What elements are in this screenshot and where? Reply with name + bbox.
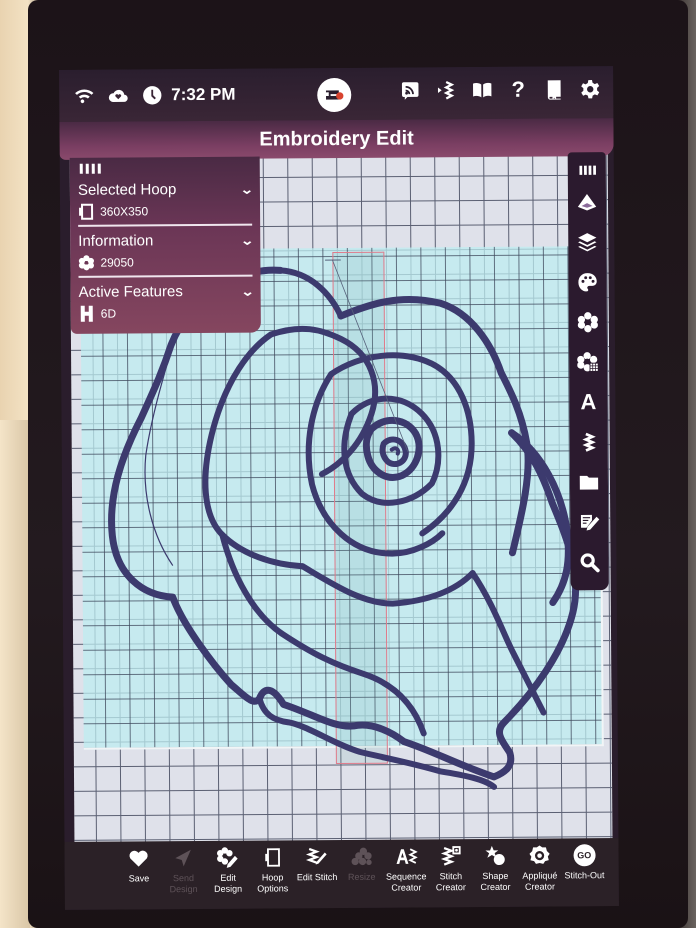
shape-creator-button[interactable]: Shape Creator — [473, 845, 518, 907]
stitch-out-button[interactable]: GO Stitch-Out — [562, 844, 607, 906]
applique-creator-icon — [529, 845, 550, 864]
save-button[interactable]: Save — [117, 847, 162, 909]
layers-icon[interactable] — [572, 222, 602, 262]
magnifier-icon[interactable] — [574, 542, 604, 582]
right-toolbar: A — [567, 152, 609, 591]
folder-icon[interactable] — [574, 462, 604, 502]
chevron-down-icon[interactable]: ⌄ — [240, 284, 254, 298]
flower-grid-icon[interactable] — [573, 342, 603, 382]
flower-icon[interactable] — [573, 302, 603, 342]
chevron-down-icon[interactable]: ⌄ — [240, 182, 254, 196]
sewing-machine-logo-icon[interactable] — [317, 77, 352, 113]
background-surface — [0, 420, 30, 928]
shape-creator-icon — [485, 845, 505, 866]
applique-creator-button[interactable]: Appliqué Creator — [517, 844, 562, 906]
zigzag-icon[interactable] — [574, 422, 604, 462]
send-icon — [175, 849, 191, 867]
letter-a-icon[interactable]: A — [573, 382, 603, 422]
active-features-section[interactable]: Active Features ⌄ 6D — [78, 283, 255, 327]
section-title: Active Features — [78, 283, 183, 301]
stitch-creator-icon — [440, 846, 461, 866]
open-book-icon[interactable] — [471, 79, 493, 101]
palette-icon[interactable] — [572, 262, 602, 302]
machine-screen: 7:32 PM ? Embroidery Edit Selected Hoop … — [59, 66, 619, 910]
selected-hoop-section[interactable]: Selected Hoop ⌄ 360X350 — [77, 180, 254, 227]
page-title: Embroidery Edit — [259, 126, 414, 151]
cloud-heart-icon[interactable] — [107, 84, 129, 106]
hoop-size-value: 360X350 — [100, 204, 149, 219]
edit-stitch-icon — [306, 847, 328, 865]
edit-design-icon — [217, 847, 239, 868]
pencil-note-icon[interactable] — [574, 502, 604, 542]
resize-button[interactable]: Resize — [339, 846, 384, 908]
feature-value: 6D — [100, 306, 117, 321]
info-panel: Selected Hoop ⌄ 360X350 Information ⌄ 29… — [69, 156, 261, 334]
heart-icon — [129, 850, 148, 867]
sequence-creator-icon — [396, 848, 418, 864]
clock-icon — [141, 84, 163, 106]
sequence-creator-button[interactable]: Sequence Creator — [384, 845, 429, 907]
bluetooth-stitch-icon[interactable] — [435, 79, 457, 101]
manual-book-icon[interactable] — [543, 78, 565, 100]
bottom-toolbar: Save Send Design Edit Design Hoop Option… — [64, 838, 619, 910]
hoop-icon — [79, 203, 94, 220]
grip-icon[interactable] — [79, 163, 252, 174]
edit-stitch-button[interactable]: Edit Stitch — [295, 846, 340, 908]
section-title: Information — [78, 232, 154, 250]
title-bar: Embroidery Edit — [59, 118, 614, 160]
pyramid-hoop-icon[interactable] — [572, 182, 602, 222]
help-icon[interactable]: ? — [507, 77, 529, 102]
hoop-options-icon — [265, 848, 280, 867]
stitch-count-value: 29050 — [100, 255, 134, 270]
rss-feed-icon[interactable] — [399, 79, 421, 101]
section-title: Selected Hoop — [77, 181, 177, 199]
settings-gear-icon[interactable] — [579, 78, 601, 100]
chevron-down-icon[interactable]: ⌄ — [240, 233, 254, 247]
status-bar: 7:32 PM ? — [59, 66, 614, 122]
go-icon: GO — [573, 844, 596, 867]
hoop-options-button[interactable]: Hoop Options — [250, 846, 295, 908]
resize-icon — [351, 847, 372, 866]
edit-design-button[interactable]: Edit Design — [206, 847, 251, 909]
send-design-button[interactable]: Send Design — [161, 847, 206, 909]
wifi-icon[interactable] — [73, 85, 95, 107]
stitch-creator-button[interactable]: Stitch Creator — [428, 845, 473, 907]
feature-h-icon — [80, 305, 93, 322]
information-section[interactable]: Information ⌄ 29050 — [78, 231, 254, 278]
grip-icon[interactable] — [572, 158, 602, 182]
flower-stitch-icon — [78, 255, 94, 271]
clock-time: 7:32 PM — [171, 84, 236, 105]
